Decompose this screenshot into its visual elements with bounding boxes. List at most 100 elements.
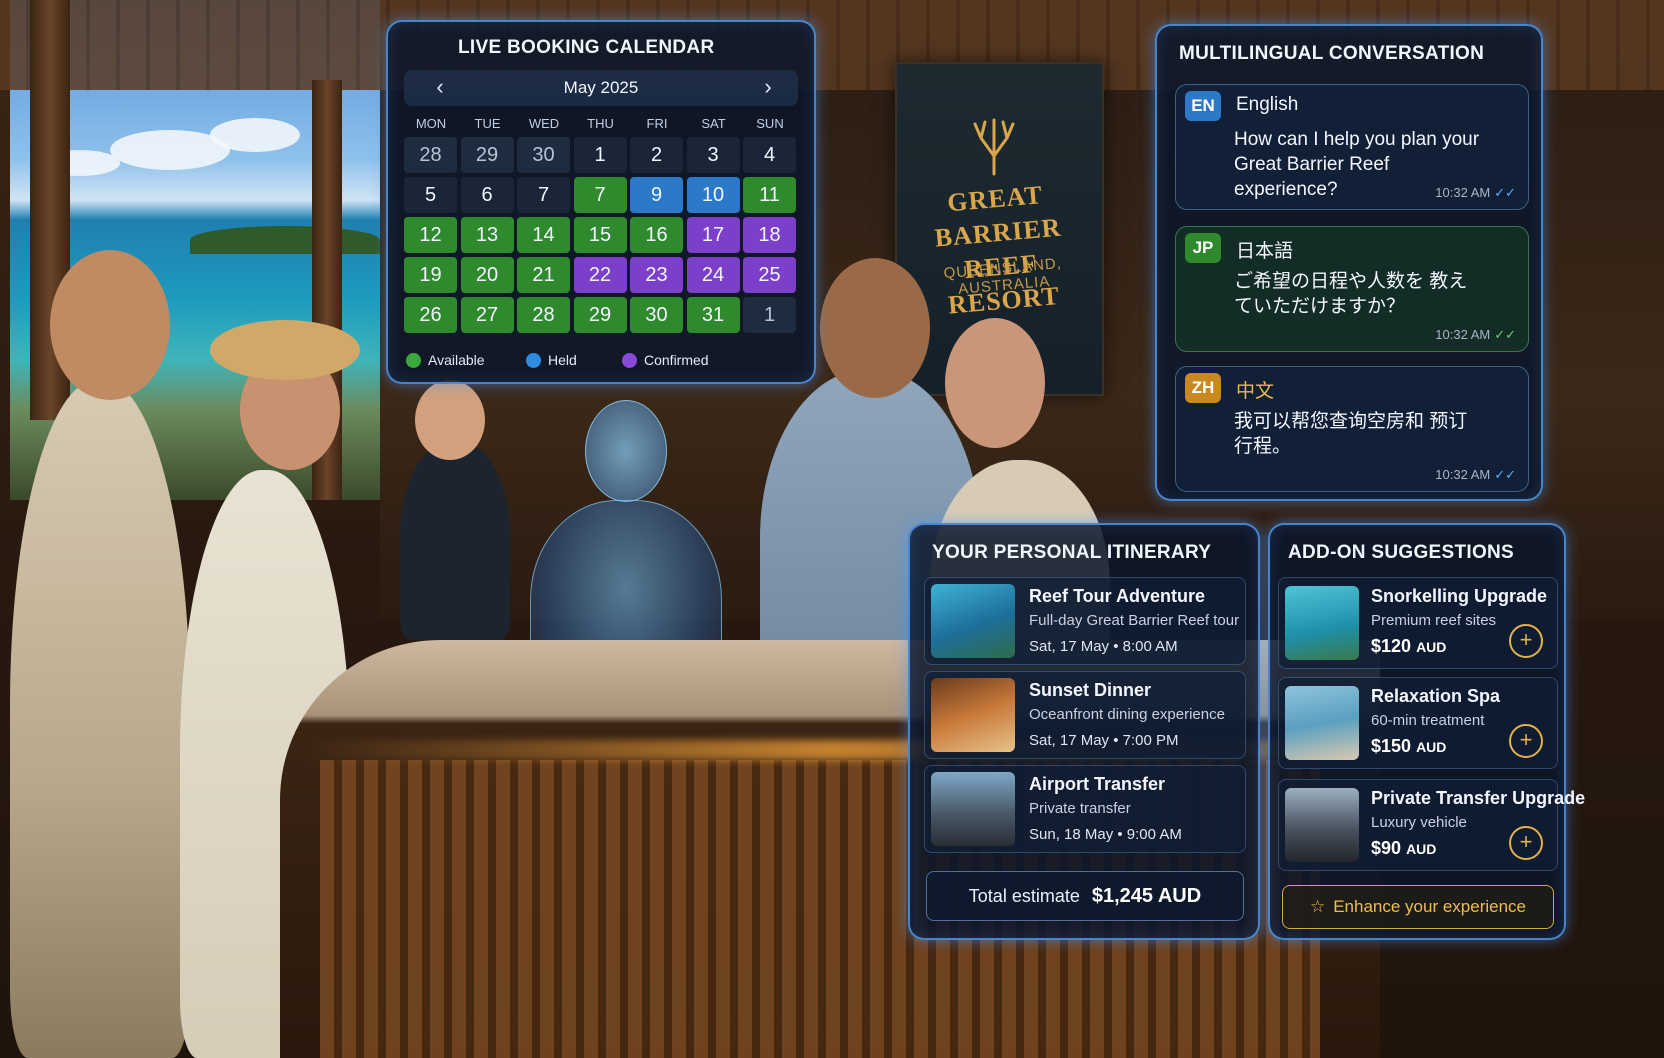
calendar-day-plain[interactable]: 2 xyxy=(630,137,683,173)
car-photo-icon xyxy=(931,772,1015,846)
calendar-day-held[interactable]: 9 xyxy=(630,177,683,213)
calendar-header: ‹ May 2025 › xyxy=(404,70,798,106)
message-time: 10:32 AM ✓✓ xyxy=(1435,327,1516,342)
addon-subtitle: 60-min treatment xyxy=(1371,712,1485,729)
booking-calendar-panel: LIVE BOOKING CALENDAR ‹ May 2025 › MON TU… xyxy=(386,20,816,384)
confirmed-dot-icon xyxy=(622,353,637,368)
double-check-icon: ✓✓ xyxy=(1494,467,1516,482)
calendar-day-plain[interactable]: 4 xyxy=(743,137,796,173)
itinerary-item-when: Sat, 17 May • 8:00 AM xyxy=(1029,638,1178,655)
calendar-day-available[interactable]: 26 xyxy=(404,297,457,333)
calendar-day-confirmed[interactable]: 24 xyxy=(686,257,740,293)
addon-suggestions-panel: ADD-ON SUGGESTIONS Snorkelling Upgrade P… xyxy=(1268,523,1585,940)
total-value: $1,245 AUD xyxy=(1091,885,1202,907)
held-dot-icon xyxy=(526,353,541,368)
calendar-day-available[interactable]: 28 xyxy=(517,297,570,333)
addon-subtitle: Premium reef sites xyxy=(1371,612,1497,629)
sign-title: GREAT BARRIER REEF RESORT xyxy=(933,180,1063,320)
calendar-day-available[interactable]: 31 xyxy=(686,297,740,333)
guest-man-right-head xyxy=(820,258,930,398)
calendar-day-confirmed[interactable]: 23 xyxy=(630,257,683,293)
calendar-day-out[interactable]: 28 xyxy=(404,137,457,173)
total-label: Total estimate xyxy=(968,886,1080,906)
calendar-day-available[interactable]: 11 xyxy=(743,177,796,213)
message-text: ご希望の日程や人数を 教えていただけますか？ xyxy=(1234,271,1468,317)
calendar-day-out[interactable]: 29 xyxy=(460,137,514,173)
itinerary-item-airport-transfer[interactable]: Airport Transfer Private transfer Sun, 1… xyxy=(924,765,1246,853)
language-badge: ZH xyxy=(1185,373,1221,403)
itinerary-item-subtitle: Full-day Great Barrier Reef tour xyxy=(1029,612,1240,629)
calendar-day-available[interactable]: 20 xyxy=(460,257,514,293)
language-name: 中文 xyxy=(1236,381,1275,402)
itinerary-title: YOUR PERSONAL ITINERARY xyxy=(932,542,1212,563)
legend-confirmed: Confirmed xyxy=(622,352,709,368)
calendar-day-available[interactable]: 14 xyxy=(517,217,570,253)
multilingual-conversation-panel: MULTILINGUAL CONVERSATION EN English How… xyxy=(1155,24,1543,501)
calendar-day-available[interactable]: 13 xyxy=(460,217,514,253)
calendar-day-plain[interactable]: 6 xyxy=(460,177,514,213)
calendar-day-confirmed[interactable]: 22 xyxy=(573,257,627,293)
calendar-day-available[interactable]: 7 xyxy=(573,177,627,213)
enhance-experience-button[interactable]: ☆ Enhance your experience xyxy=(1282,885,1554,929)
language-badge: EN xyxy=(1185,91,1221,121)
calendar-day-available[interactable]: 16 xyxy=(630,217,683,253)
itinerary-item-when: Sun, 18 May • 9:00 AM xyxy=(1029,826,1182,843)
plus-circle-icon[interactable]: + xyxy=(1509,624,1543,658)
addon-price: $90 AUD xyxy=(1371,838,1437,858)
message-time: 10:32 AM ✓✓ xyxy=(1435,185,1516,200)
available-dot-icon xyxy=(406,353,421,368)
double-check-icon: ✓✓ xyxy=(1494,327,1516,342)
calendar-month-label: May 2025 xyxy=(563,78,639,97)
total-estimate: Total estimate $1,245 AUD xyxy=(926,871,1244,921)
calendar-day-confirmed[interactable]: 17 xyxy=(686,217,740,253)
calendar-day-plain[interactable]: 7 xyxy=(517,177,570,213)
calendar-day-available[interactable]: 19 xyxy=(404,257,457,293)
addon-price: $120 AUD xyxy=(1371,636,1447,656)
language-name: 日本語 xyxy=(1236,241,1294,262)
addon-title: Relaxation Spa xyxy=(1371,686,1501,706)
weekday-label: FRI xyxy=(646,116,668,131)
addon-title: Private Transfer Upgrade xyxy=(1371,788,1586,808)
weekday-label: TUE xyxy=(474,116,501,131)
weekday-label: THU xyxy=(587,116,614,131)
weekday-label: SUN xyxy=(756,116,784,131)
itinerary-item-sunset-dinner[interactable]: Sunset Dinner Oceanfront dining experien… xyxy=(924,671,1246,759)
calendar-day-plain[interactable]: 5 xyxy=(404,177,457,213)
weekday-label: MON xyxy=(415,116,447,131)
chevron-right-icon[interactable]: › xyxy=(754,74,782,102)
calendar-day-out[interactable]: 1 xyxy=(743,297,796,333)
calendar-day-confirmed[interactable]: 25 xyxy=(743,257,796,293)
calendar-day-available[interactable]: 15 xyxy=(573,217,627,253)
snorkel-photo-icon xyxy=(1285,586,1359,660)
personal-itinerary-panel: YOUR PERSONAL ITINERARY Reef Tour Advent… xyxy=(908,523,1260,940)
addon-item-snorkelling: Snorkelling Upgrade Premium reef sites $… xyxy=(1278,577,1558,669)
calendar-day-available[interactable]: 21 xyxy=(517,257,570,293)
itinerary-item-subtitle: Private transfer xyxy=(1029,800,1131,817)
calendar-day-held[interactable]: 10 xyxy=(686,177,740,213)
suv-photo-icon xyxy=(1285,788,1359,862)
plus-circle-icon[interactable]: + xyxy=(1509,826,1543,860)
itinerary-item-when: Sat, 17 May • 7:00 PM xyxy=(1029,732,1179,749)
star-icon: ☆ xyxy=(1309,897,1326,916)
guest-man-left xyxy=(10,380,190,1058)
calendar-day-plain[interactable]: 3 xyxy=(686,137,740,173)
calendar-day-available[interactable]: 30 xyxy=(630,297,683,333)
calendar-day-out[interactable]: 30 xyxy=(517,137,570,173)
island xyxy=(190,226,380,254)
calendar-day-available[interactable]: 27 xyxy=(460,297,514,333)
calendar-day-confirmed[interactable]: 18 xyxy=(743,217,796,253)
legend-held: Held xyxy=(526,352,577,368)
calendar-day-available[interactable]: 29 xyxy=(573,297,627,333)
addon-price: $150 AUD xyxy=(1371,736,1447,756)
reef-photo-icon xyxy=(931,584,1015,658)
calendar-day-plain[interactable]: 1 xyxy=(573,137,627,173)
addon-title: Snorkelling Upgrade xyxy=(1371,586,1548,606)
legend-available: Available xyxy=(406,352,485,368)
language-name: English xyxy=(1236,94,1299,115)
message-english: EN English How can I help you plan your … xyxy=(1175,84,1529,210)
coral-logo-icon xyxy=(973,118,1015,176)
plus-circle-icon[interactable]: + xyxy=(1509,724,1543,758)
itinerary-item-reef-tour[interactable]: Reef Tour Adventure Full-day Great Barri… xyxy=(924,577,1246,665)
addon-subtitle: Luxury vehicle xyxy=(1371,814,1467,831)
calendar-day-available[interactable]: 12 xyxy=(404,217,457,253)
